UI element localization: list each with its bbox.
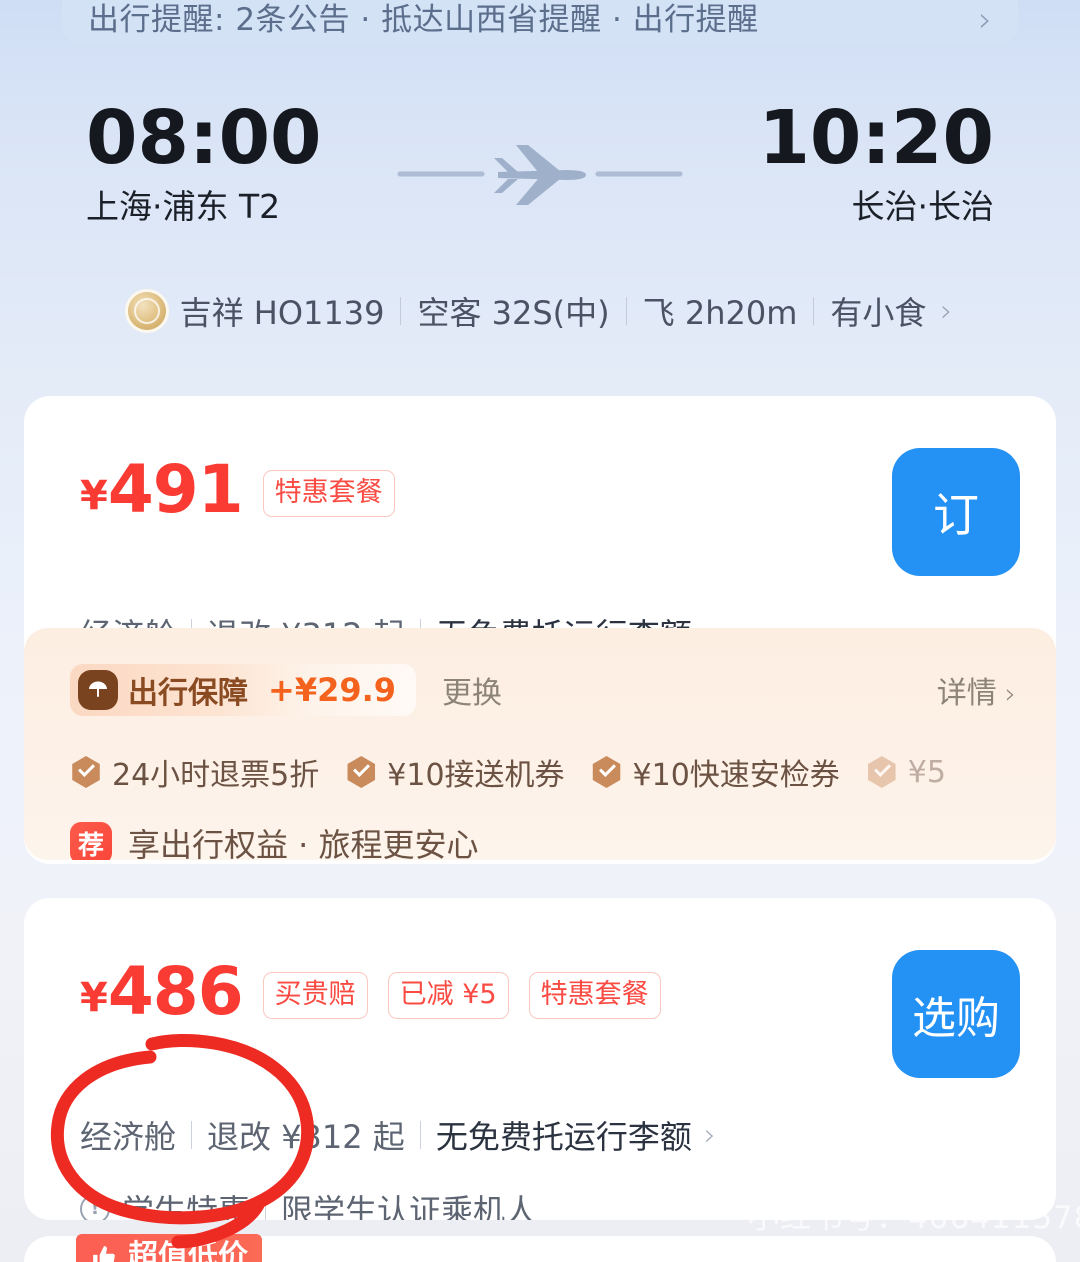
divider [265,1195,267,1220]
divider [813,297,815,325]
perk-item: ¥10接送机券 [345,750,565,794]
fare-price-left-2: ¥486 买贵赔 已减 ¥5 特惠套餐 [80,956,892,1034]
recommend-badge-icon: 荐 [70,822,112,860]
check-badge-icon [868,756,896,788]
low-price-banner: 超值低价 [76,1234,262,1262]
flight-detail-screen: 出行提醒: 2条公告 · 抵达山西省提醒 · 出行提醒 › 08:00 上海·浦… [0,0,1080,1262]
currency-symbol: ¥ [80,975,108,1021]
price-value: 486 [107,953,244,1030]
fare-tag-discount-applied: 已减 ¥5 [387,971,509,1019]
insurance-detail-link[interactable]: 详情 › [937,668,1016,712]
perk-label: 24小时退票5折 [112,758,320,793]
perk-item: 24小时退票5折 [70,750,319,794]
airplane-icon [397,145,683,205]
cabin-class-2: 经济舱 [80,1118,177,1156]
fare-price-row-1: ¥491 特惠套餐 订 [24,396,1056,576]
fare-tag-special-package: 特惠套餐 [528,971,661,1019]
student-discount-label: 学生特惠 [122,1192,251,1220]
travel-notice-banner[interactable]: 出行提醒: 2条公告 · 抵达山西省提醒 · 出行提醒 › [62,0,1018,46]
flight-summary-header: 08:00 上海·浦东 T2 10:20 长治·长治 [0,96,1080,266]
insurance-label: 出行保障 [128,676,248,711]
fare-price-1: ¥491 [80,451,244,532]
fare-price-row-2: ¥486 买贵赔 已减 ¥5 特惠套餐 选购 [24,898,1056,1078]
chevron-right-icon: › [1004,677,1016,710]
check-badge-icon [72,756,100,788]
check-badge-icon [347,756,376,788]
departure-time: 08:00 [86,95,322,181]
divider [419,1121,421,1149]
fare-price-left-1: ¥491 特惠套餐 [80,454,892,532]
refund-policy-2: 退改 ¥312 起 [207,1118,405,1156]
insurance-pill[interactable]: 出行保障 +¥29.9 [70,664,417,716]
info-circle-icon: ! [80,1194,110,1220]
flight-duration: 飞 2h20m [642,294,798,332]
check-badge-icon [592,756,621,788]
arrival-block: 10:20 长治·长治 [758,96,994,230]
arrival-time: 10:20 [758,95,994,181]
fare-tag-special-package: 特惠套餐 [262,469,395,517]
perk-item: ¥10快速安检券 [591,750,840,794]
travel-notice-content: 2条公告 · 抵达山西省提醒 · 出行提醒 [235,2,759,38]
fare-card-2[interactable]: ¥486 买贵赔 已减 ¥5 特惠套餐 选购 经济舱 退改 ¥312 起 无免费… [24,898,1056,1220]
fare-tag-price-guarantee: 买贵赔 [262,971,368,1019]
divider [191,1121,193,1149]
recommendation-row: 荐 享出行权益 · 旅程更安心 [24,820,1056,860]
arrival-airport: 长治·长治 [851,187,995,226]
chevron-right-icon: › [703,1117,716,1153]
fare-price-2: ¥486 [80,953,244,1034]
chevron-right-icon: › [978,0,992,40]
departure-block: 08:00 上海·浦东 T2 [86,96,322,230]
airline-name-flightno: 吉祥 HO1139 [179,294,385,332]
xiaohongshu-id-watermark: 小红书号：406411578 [748,1200,1080,1236]
book-button-1[interactable]: 订 [892,448,1020,576]
perk-item-truncated: ¥5 [866,755,946,790]
student-discount-note: 限学生认证乘机人 [281,1192,538,1220]
insurance-price: +¥29.9 [268,671,397,709]
meal-info: 有小食 [830,294,927,332]
perk-label: ¥10快速安检券 [632,758,840,793]
travel-notice-label: 出行提醒: [88,2,225,38]
airline-info-row[interactable]: 吉祥 HO1139 空客 32S(中) 飞 2h20m 有小食 › [0,288,1080,334]
divider [400,297,402,325]
recommend-text: 享出行权益 · 旅程更安心 [128,826,479,860]
aircraft-type: 空客 32S(中) [417,294,610,332]
fare-detail-row-2[interactable]: 经济舱 退改 ¥312 起 无免费托运行李额 › [24,1112,1056,1158]
departure-airport: 上海·浦东 T2 [86,187,281,226]
select-button-2[interactable]: 选购 [892,950,1020,1078]
chevron-right-icon: › [940,293,953,329]
plane-route-indicator [380,114,700,234]
travel-notice-text: 出行提醒: 2条公告 · 抵达山西省提醒 · 出行提醒 [88,0,968,40]
currency-symbol: ¥ [80,473,108,519]
airline-logo-icon [127,292,166,330]
perk-label: ¥10接送机券 [387,758,565,793]
thumbs-up-icon [93,1246,115,1262]
price-value: 491 [107,451,244,528]
umbrella-glyph [89,681,107,697]
insurance-perk-row: 24小时退票5折 ¥10接送机券 ¥10快速安检券 ¥5 [24,750,1056,794]
low-price-text: 超值低价 [128,1239,248,1262]
travel-insurance-panel[interactable]: 出行保障 +¥29.9 更换 详情 › 24小时退票5折 ¥10接送机券 ¥10快… [24,628,1056,860]
insurance-header-row: 出行保障 +¥29.9 更换 详情 › [24,664,1056,716]
xiaohongshu-logo-watermark: 小红书 [912,1126,1034,1182]
divider [625,297,627,325]
baggage-policy-2: 无免费托运行李额 [435,1118,692,1156]
insurance-change-button[interactable]: 更换 [442,668,502,712]
perk-label: ¥5 [907,754,946,790]
insurance-detail-label: 详情 [936,676,997,711]
umbrella-shield-icon [78,670,118,710]
